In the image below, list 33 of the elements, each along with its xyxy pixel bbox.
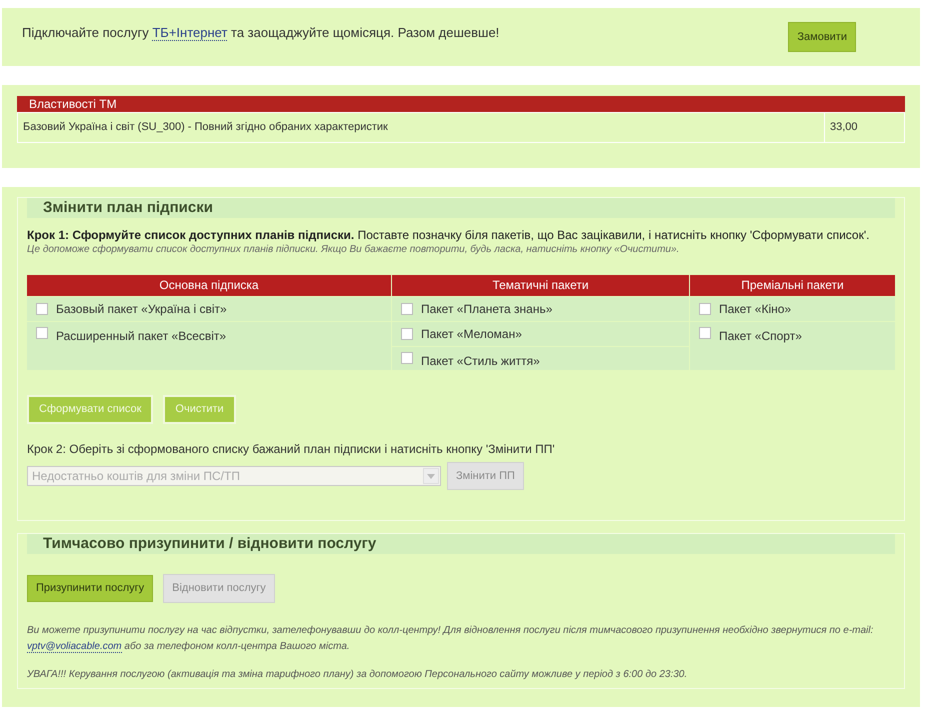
properties-header: Властивості ТМ	[17, 96, 905, 112]
package-option[interactable]: Пакет «Кіно»	[690, 297, 895, 321]
package-option[interactable]: Расширенный пакет «Всесвіт»	[27, 322, 391, 370]
checkbox[interactable]	[36, 327, 48, 339]
hint-text: Це допоможе сформувати список доступних планів підписки. Якщо Ви бажаєте повторити, будь ласка, натисніть кнопку «Очистити».	[27, 243, 680, 257]
column-header: Тематичні пакети	[392, 275, 689, 296]
checkbox[interactable]	[699, 327, 711, 339]
promo-text: Підключайте послугу ТБ+Інтернет та заощаджуйте щомісяця. Разом дешевше!	[22, 24, 500, 43]
section-title: Тимчасово призупинити / відновити послугу	[27, 534, 895, 554]
column-header: Основна підписка	[27, 275, 391, 296]
note-text: Ви можете призупинити послугу на час відпустки, зателефонувавши до колл-центру! Для відновлення послуги після тимчасового призупинення необхідно звернутися по e-mail: vptv@voliacable.com або за телефоном колл-центра Вашого міста.	[27, 624, 874, 655]
package-option[interactable]: Пакет «Планета знань»	[392, 297, 689, 321]
table-cell-text: 33,00	[829, 120, 859, 135]
table-cell: Базовий Україна і світ (SU_300) - Повний згідно обраних характеристик	[18, 113, 825, 142]
chevron-down-icon	[423, 468, 439, 484]
package-option[interactable]: Пакет «Стиль життя»	[392, 347, 689, 370]
action-button[interactable]: Призупинити послугу	[27, 575, 154, 602]
checkbox[interactable]	[401, 352, 413, 364]
section-title: Змінити план підписки	[27, 198, 895, 218]
promo-link[interactable]: ТБ+Інтернет	[152, 25, 228, 42]
checkbox[interactable]	[699, 303, 711, 315]
package-option[interactable]: Пакет «Спорт»	[690, 322, 895, 370]
checkbox[interactable]	[401, 303, 413, 315]
checkbox[interactable]	[401, 328, 413, 340]
order-button[interactable]: Замовити	[788, 22, 856, 52]
step-two-text: Крок 2: Оберіть зі сформованого списку бажаний план підписки і натисніть кнопку 'Змінити ПП'	[27, 441, 556, 458]
package-option[interactable]: Базовый пакет «Україна і світ»	[27, 297, 391, 321]
step-one-text: Крок 1: Сформуйте список доступних планів підписки. Поставте позначку біля пакетів, що Вас зацікавили, і натисніть кнопку 'Сформувати список'.	[27, 228, 870, 242]
email-link[interactable]: vptv@voliacable.com	[27, 641, 122, 653]
warning-text: УВАГА!!! Керування послугою (активація та зміна тарифного плану) за допомогою Персонального сайту можливе у період з 6:00 до 23:30.	[27, 668, 688, 682]
package-option[interactable]: Пакет «Меломан»	[392, 322, 689, 346]
checkbox[interactable]	[36, 303, 48, 315]
column-header: Преміальні пакети	[690, 275, 895, 296]
